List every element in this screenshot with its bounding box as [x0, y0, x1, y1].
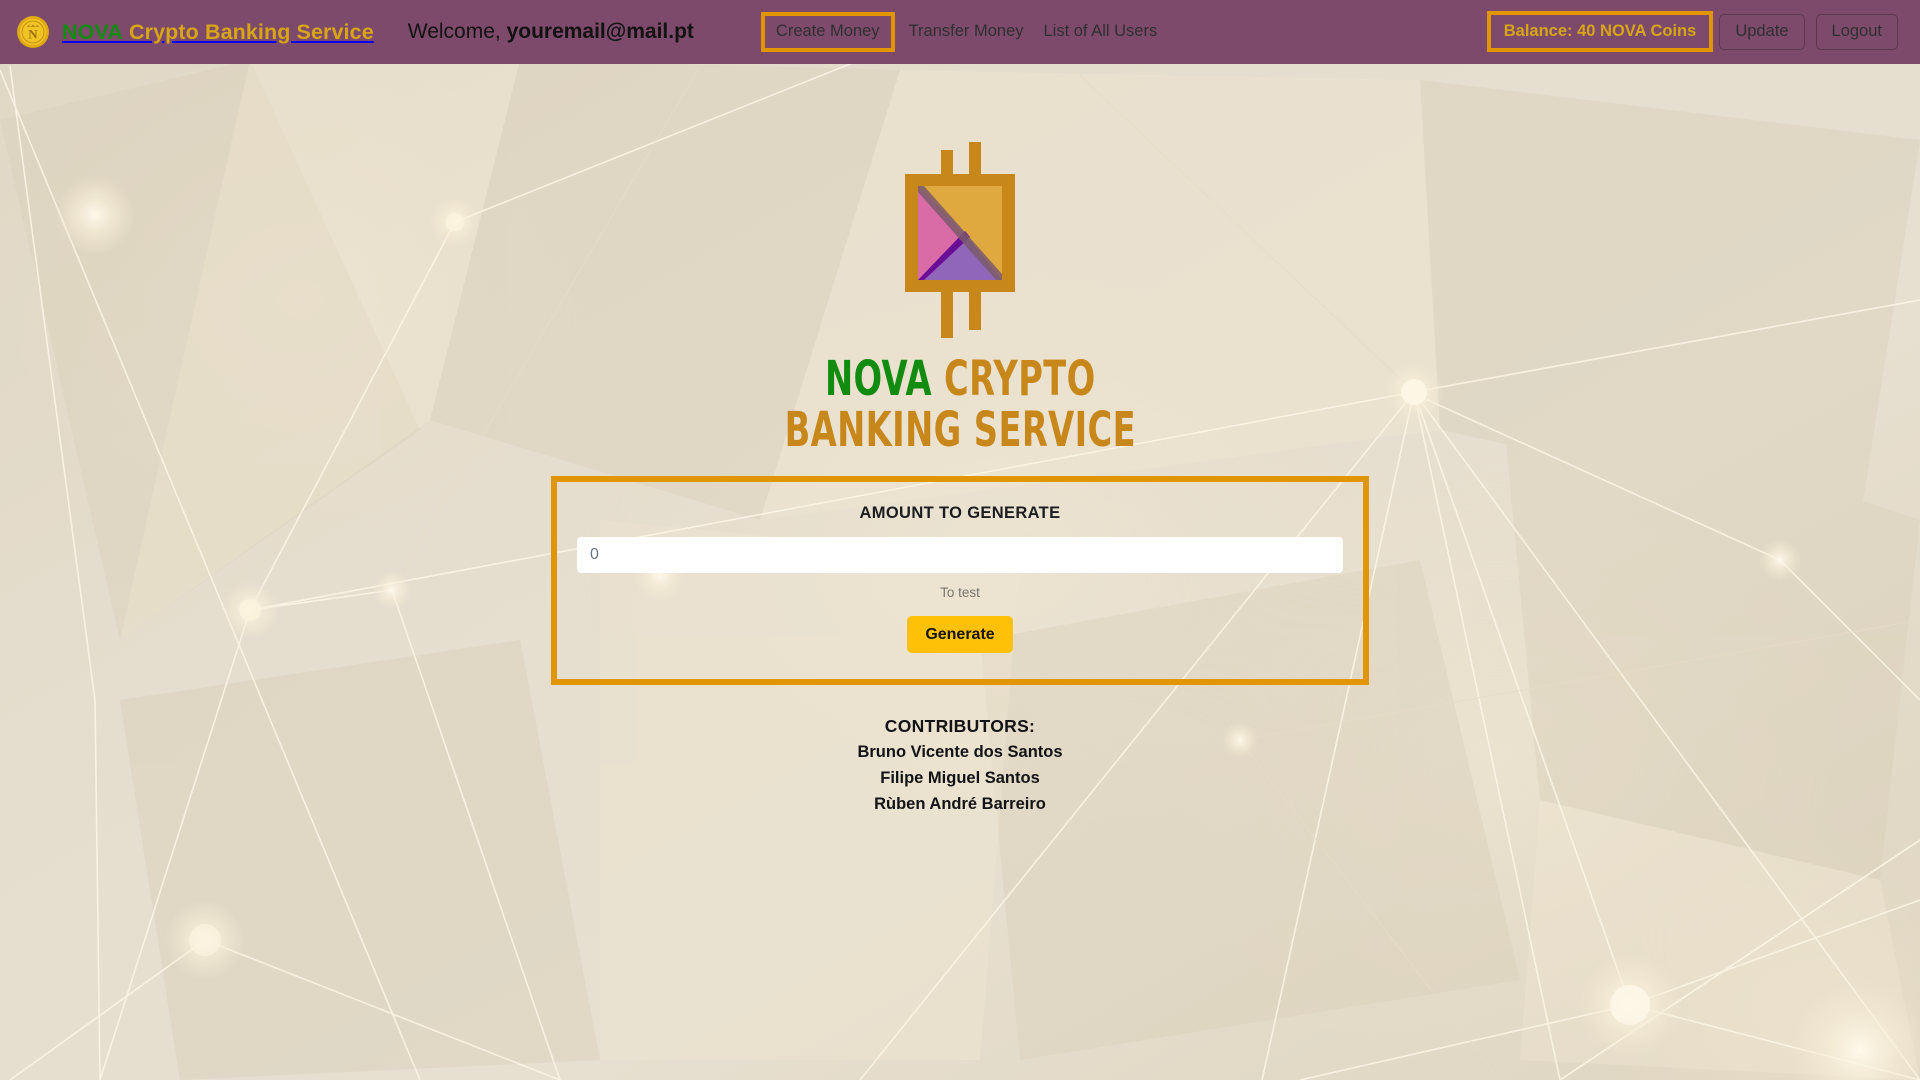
contributor-name: Filipe Miguel Santos	[880, 769, 1040, 788]
nav-link-list-of-all-users[interactable]: List of All Users	[1034, 17, 1168, 47]
brand-title: NOVA Crypto Banking Service	[62, 20, 374, 45]
nav-right-actions: Balance: 40 NOVA Coins Update Logout	[1486, 11, 1920, 53]
contributor-name: Rùben André Barreiro	[874, 794, 1046, 813]
amount-input[interactable]	[577, 536, 1343, 573]
page-title: NOVA CRYPTO BANKING SERVICE	[784, 354, 1135, 456]
logout-button[interactable]: Logout	[1815, 14, 1898, 50]
brand-title-nova: NOVA	[62, 19, 123, 44]
contributors-section: CONTRIBUTORS: Bruno Vicente dos Santos F…	[857, 713, 1062, 817]
amount-to-generate-label: AMOUNT TO GENERATE	[859, 503, 1061, 522]
main-content: NOVA CRYPTO BANKING SERVICE AMOUNT TO GE…	[0, 64, 1920, 1080]
brand-title-rest: Crypto Banking Service	[129, 19, 374, 44]
generate-button[interactable]: Generate	[907, 615, 1013, 654]
page-title-line2: BANKING SERVICE	[784, 401, 1136, 458]
welcome-prefix: Welcome,	[407, 20, 507, 43]
welcome-message: Welcome, youremail@mail.pt	[408, 20, 694, 44]
top-navigation-bar: N NOVA Crypto Banking Service Welcome, y…	[0, 0, 1920, 64]
update-button[interactable]: Update	[1719, 14, 1805, 50]
welcome-email: youremail@mail.pt	[506, 20, 694, 43]
contributors-heading: CONTRIBUTORS:	[884, 716, 1036, 737]
brand-home-link[interactable]: N NOVA Crypto Banking Service	[16, 15, 374, 49]
create-money-form: AMOUNT TO GENERATE To test Generate	[551, 475, 1369, 686]
balance-indicator: Balance: 40 NOVA Coins	[1486, 11, 1714, 53]
svg-text:N: N	[28, 27, 38, 42]
main-nav-links: Create Money Transfer Money List of All …	[760, 12, 1168, 52]
nav-link-create-money[interactable]: Create Money	[760, 12, 895, 52]
amount-help-text: To test	[940, 584, 980, 600]
nav-link-transfer-money[interactable]: Transfer Money	[899, 17, 1034, 47]
page-title-crypto: CRYPTO	[943, 351, 1096, 407]
nova-crypto-logo-icon	[905, 142, 1015, 338]
contributor-name: Bruno Vicente dos Santos	[857, 743, 1063, 762]
page-title-nova: NOVA	[824, 351, 932, 407]
nova-coin-icon: N	[17, 16, 49, 48]
